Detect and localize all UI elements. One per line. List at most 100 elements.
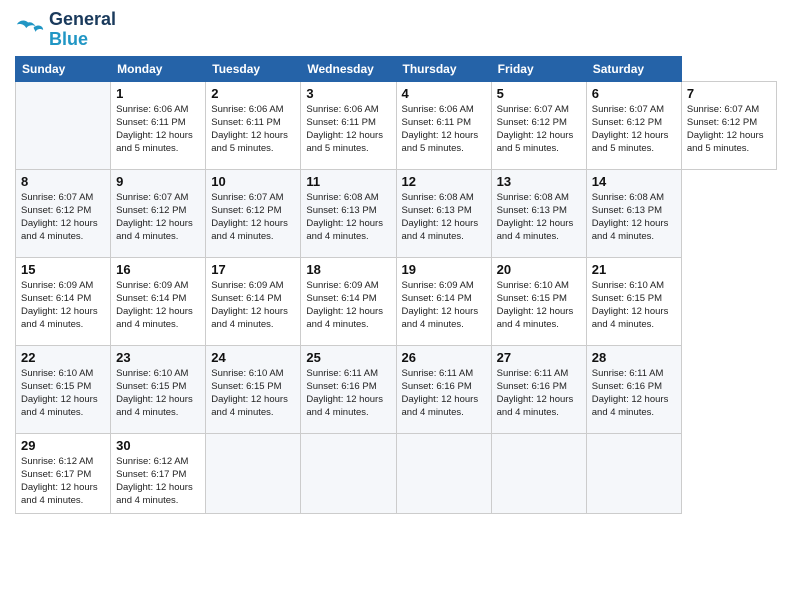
- logo-text: General Blue: [49, 10, 116, 50]
- calendar-cell: 30 Sunrise: 6:12 AMSunset: 6:17 PMDayligh…: [111, 433, 206, 513]
- weekday-header-monday: Monday: [111, 56, 206, 81]
- calendar-cell: 11 Sunrise: 6:08 AMSunset: 6:13 PMDayligh…: [301, 169, 396, 257]
- day-info: Sunrise: 6:12 AMSunset: 6:17 PMDaylight:…: [21, 455, 105, 508]
- day-number: 13: [497, 174, 581, 189]
- calendar-cell: 13 Sunrise: 6:08 AMSunset: 6:13 PMDayligh…: [491, 169, 586, 257]
- day-info: Sunrise: 6:09 AMSunset: 6:14 PMDaylight:…: [211, 279, 295, 332]
- day-info: Sunrise: 6:06 AMSunset: 6:11 PMDaylight:…: [116, 103, 200, 156]
- calendar-cell: 1 Sunrise: 6:06 AMSunset: 6:11 PMDaylight…: [111, 81, 206, 169]
- day-number: 30: [116, 438, 200, 453]
- day-number: 5: [497, 86, 581, 101]
- calendar-cell: 17 Sunrise: 6:09 AMSunset: 6:14 PMDayligh…: [206, 257, 301, 345]
- calendar-cell: 3 Sunrise: 6:06 AMSunset: 6:11 PMDaylight…: [301, 81, 396, 169]
- calendar-week-row: 15 Sunrise: 6:09 AMSunset: 6:14 PMDayligh…: [16, 257, 777, 345]
- weekday-header-row: SundayMondayTuesdayWednesdayThursdayFrid…: [16, 56, 777, 81]
- day-number: 9: [116, 174, 200, 189]
- day-number: 4: [402, 86, 486, 101]
- day-number: 26: [402, 350, 486, 365]
- day-info: Sunrise: 6:07 AMSunset: 6:12 PMDaylight:…: [116, 191, 200, 244]
- weekday-header-tuesday: Tuesday: [206, 56, 301, 81]
- day-info: Sunrise: 6:07 AMSunset: 6:12 PMDaylight:…: [592, 103, 676, 156]
- day-info: Sunrise: 6:08 AMSunset: 6:13 PMDaylight:…: [306, 191, 390, 244]
- day-info: Sunrise: 6:09 AMSunset: 6:14 PMDaylight:…: [116, 279, 200, 332]
- calendar-cell: [491, 433, 586, 513]
- day-info: Sunrise: 6:12 AMSunset: 6:17 PMDaylight:…: [116, 455, 200, 508]
- calendar-table: SundayMondayTuesdayWednesdayThursdayFrid…: [15, 56, 777, 514]
- calendar-cell: 6 Sunrise: 6:07 AMSunset: 6:12 PMDaylight…: [586, 81, 681, 169]
- day-info: Sunrise: 6:11 AMSunset: 6:16 PMDaylight:…: [497, 367, 581, 420]
- day-info: Sunrise: 6:10 AMSunset: 6:15 PMDaylight:…: [21, 367, 105, 420]
- day-info: Sunrise: 6:10 AMSunset: 6:15 PMDaylight:…: [592, 279, 676, 332]
- weekday-header-friday: Friday: [491, 56, 586, 81]
- calendar-week-row: 22 Sunrise: 6:10 AMSunset: 6:15 PMDayligh…: [16, 345, 777, 433]
- day-info: Sunrise: 6:11 AMSunset: 6:16 PMDaylight:…: [306, 367, 390, 420]
- day-info: Sunrise: 6:10 AMSunset: 6:15 PMDaylight:…: [116, 367, 200, 420]
- day-number: 6: [592, 86, 676, 101]
- calendar-cell: [16, 81, 111, 169]
- calendar-cell: 26 Sunrise: 6:11 AMSunset: 6:16 PMDayligh…: [396, 345, 491, 433]
- day-info: Sunrise: 6:10 AMSunset: 6:15 PMDaylight:…: [497, 279, 581, 332]
- calendar-cell: 25 Sunrise: 6:11 AMSunset: 6:16 PMDayligh…: [301, 345, 396, 433]
- calendar-cell: 4 Sunrise: 6:06 AMSunset: 6:11 PMDaylight…: [396, 81, 491, 169]
- calendar-cell: 10 Sunrise: 6:07 AMSunset: 6:12 PMDayligh…: [206, 169, 301, 257]
- calendar-cell: [586, 433, 681, 513]
- calendar-cell: 24 Sunrise: 6:10 AMSunset: 6:15 PMDayligh…: [206, 345, 301, 433]
- day-number: 15: [21, 262, 105, 277]
- calendar-cell: 14 Sunrise: 6:08 AMSunset: 6:13 PMDayligh…: [586, 169, 681, 257]
- day-number: 3: [306, 86, 390, 101]
- calendar-cell: 22 Sunrise: 6:10 AMSunset: 6:15 PMDayligh…: [16, 345, 111, 433]
- calendar-cell: 29Sunrise: 6:12 AMSunset: 6:17 PMDayligh…: [16, 433, 111, 513]
- calendar-page: General Blue SundayMondayTuesdayWednesda…: [0, 0, 792, 612]
- day-number: 7: [687, 86, 771, 101]
- day-info: Sunrise: 6:06 AMSunset: 6:11 PMDaylight:…: [402, 103, 486, 156]
- calendar-cell: [301, 433, 396, 513]
- calendar-cell: 21 Sunrise: 6:10 AMSunset: 6:15 PMDayligh…: [586, 257, 681, 345]
- calendar-cell: 20 Sunrise: 6:10 AMSunset: 6:15 PMDayligh…: [491, 257, 586, 345]
- calendar-week-row: 8Sunrise: 6:07 AMSunset: 6:12 PMDaylight…: [16, 169, 777, 257]
- day-number: 27: [497, 350, 581, 365]
- day-number: 25: [306, 350, 390, 365]
- day-info: Sunrise: 6:07 AMSunset: 6:12 PMDaylight:…: [497, 103, 581, 156]
- calendar-cell: 28 Sunrise: 6:11 AMSunset: 6:16 PMDayligh…: [586, 345, 681, 433]
- day-number: 18: [306, 262, 390, 277]
- day-number: 17: [211, 262, 295, 277]
- day-info: Sunrise: 6:11 AMSunset: 6:16 PMDaylight:…: [592, 367, 676, 420]
- day-info: Sunrise: 6:08 AMSunset: 6:13 PMDaylight:…: [402, 191, 486, 244]
- day-number: 21: [592, 262, 676, 277]
- logo-icon: [15, 16, 45, 44]
- day-number: 28: [592, 350, 676, 365]
- day-info: Sunrise: 6:07 AMSunset: 6:12 PMDaylight:…: [211, 191, 295, 244]
- day-info: Sunrise: 6:09 AMSunset: 6:14 PMDaylight:…: [402, 279, 486, 332]
- calendar-cell: 18 Sunrise: 6:09 AMSunset: 6:14 PMDayligh…: [301, 257, 396, 345]
- weekday-header-sunday: Sunday: [16, 56, 111, 81]
- day-number: 11: [306, 174, 390, 189]
- calendar-cell: 8Sunrise: 6:07 AMSunset: 6:12 PMDaylight…: [16, 169, 111, 257]
- weekday-header-thursday: Thursday: [396, 56, 491, 81]
- day-info: Sunrise: 6:09 AMSunset: 6:14 PMDaylight:…: [306, 279, 390, 332]
- calendar-cell: 7Sunrise: 6:07 AMSunset: 6:12 PMDaylight…: [681, 81, 776, 169]
- day-info: Sunrise: 6:06 AMSunset: 6:11 PMDaylight:…: [211, 103, 295, 156]
- calendar-cell: [206, 433, 301, 513]
- day-number: 1: [116, 86, 200, 101]
- calendar-cell: 2Sunrise: 6:06 AMSunset: 6:11 PMDaylight…: [206, 81, 301, 169]
- day-number: 24: [211, 350, 295, 365]
- header: General Blue: [15, 10, 777, 50]
- day-number: 12: [402, 174, 486, 189]
- day-number: 10: [211, 174, 295, 189]
- calendar-cell: 23Sunrise: 6:10 AMSunset: 6:15 PMDayligh…: [111, 345, 206, 433]
- calendar-cell: 16Sunrise: 6:09 AMSunset: 6:14 PMDayligh…: [111, 257, 206, 345]
- day-number: 22: [21, 350, 105, 365]
- day-info: Sunrise: 6:06 AMSunset: 6:11 PMDaylight:…: [306, 103, 390, 156]
- day-info: Sunrise: 6:08 AMSunset: 6:13 PMDaylight:…: [497, 191, 581, 244]
- day-number: 14: [592, 174, 676, 189]
- calendar-week-row: 1 Sunrise: 6:06 AMSunset: 6:11 PMDaylight…: [16, 81, 777, 169]
- weekday-header-saturday: Saturday: [586, 56, 681, 81]
- calendar-cell: 19 Sunrise: 6:09 AMSunset: 6:14 PMDayligh…: [396, 257, 491, 345]
- calendar-cell: 15Sunrise: 6:09 AMSunset: 6:14 PMDayligh…: [16, 257, 111, 345]
- day-number: 19: [402, 262, 486, 277]
- day-info: Sunrise: 6:10 AMSunset: 6:15 PMDaylight:…: [211, 367, 295, 420]
- day-number: 20: [497, 262, 581, 277]
- day-info: Sunrise: 6:08 AMSunset: 6:13 PMDaylight:…: [592, 191, 676, 244]
- day-info: Sunrise: 6:11 AMSunset: 6:16 PMDaylight:…: [402, 367, 486, 420]
- calendar-cell: 12 Sunrise: 6:08 AMSunset: 6:13 PMDayligh…: [396, 169, 491, 257]
